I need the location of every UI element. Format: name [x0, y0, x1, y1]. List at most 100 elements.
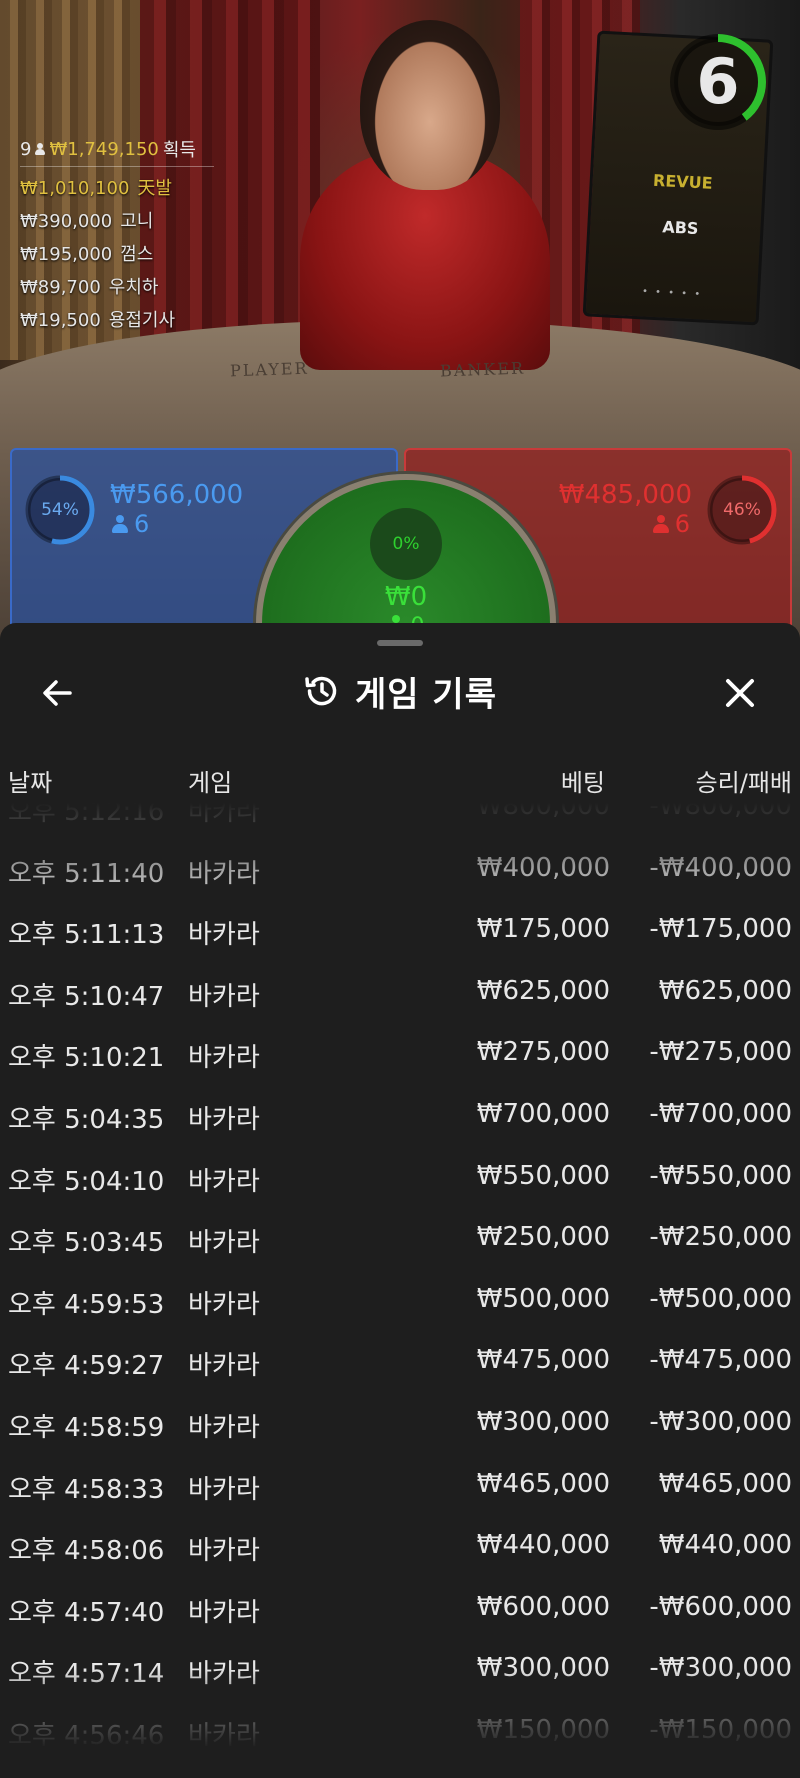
- row-game: 바카라: [188, 1720, 260, 1748]
- row-game: 바카라: [188, 1659, 260, 1690]
- history-row[interactable]: 오후 5:12:16 바카라 ₩800,000 -₩800,000: [0, 803, 800, 839]
- history-row[interactable]: 오후 4:56:46 바카라 ₩150,000 -₩150,000: [0, 1701, 800, 1748]
- history-row[interactable]: 오후 5:11:13 바카라 ₩175,000 -₩175,000: [0, 900, 800, 962]
- winners-list: 9 ₩1,749,150 획득 ₩1,010,100 天발 ₩390,000 고니 …: [20, 136, 214, 332]
- row-bet: ₩150,000: [476, 1714, 610, 1745]
- row-game: 바카라: [188, 1043, 260, 1074]
- banker-bet-count: 6: [652, 510, 690, 538]
- sheet-title-group: 게임 기록: [0, 661, 800, 721]
- history-row[interactable]: 오후 4:57:40 바카라 ₩600,000 -₩600,000: [0, 1578, 800, 1640]
- row-date: 오후 4:57:40: [8, 1597, 165, 1628]
- row-bet: ₩625,000: [476, 975, 610, 1006]
- row-bet: ₩400,000: [476, 852, 610, 883]
- history-row[interactable]: 오후 4:58:06 바카라 ₩440,000 ₩440,000: [0, 1516, 800, 1578]
- close-icon: [726, 679, 754, 707]
- close-button[interactable]: [720, 673, 760, 713]
- row-winloss: -₩550,000: [649, 1160, 792, 1191]
- row-bet: ₩600,000: [476, 1591, 610, 1622]
- user-icon: [112, 515, 128, 533]
- player-percent-ring: 54%: [24, 474, 96, 546]
- history-row[interactable]: 오후 5:04:35 바카라 ₩700,000 -₩700,000: [0, 1085, 800, 1147]
- row-date: 오후 4:59:53: [8, 1289, 165, 1320]
- row-bet: ₩800,000: [476, 803, 610, 821]
- player-percent: 54%: [41, 500, 79, 520]
- history-row[interactable]: 오후 5:11:40 바카라 ₩400,000 -₩400,000: [0, 839, 800, 901]
- winner-row: ₩89,700 우치하: [20, 273, 214, 299]
- history-row[interactable]: 오후 5:10:21 바카라 ₩275,000 -₩275,000: [0, 1023, 800, 1085]
- winner-row: ₩1,010,100 天발: [20, 174, 214, 200]
- row-winloss: -₩300,000: [649, 1653, 792, 1684]
- row-date: 오후 4:58:59: [8, 1412, 165, 1443]
- banker-count-value: 6: [674, 510, 690, 538]
- winner-amount: ₩195,000: [20, 244, 113, 265]
- row-bet: ₩550,000: [476, 1160, 610, 1191]
- history-row[interactable]: 오후 5:03:45 바카라 ₩250,000 -₩250,000: [0, 1208, 800, 1270]
- row-date: 오후 5:11:13: [8, 920, 165, 951]
- winner-amount: ₩89,700: [20, 277, 101, 298]
- row-winloss: ₩440,000: [658, 1530, 792, 1561]
- monitor-brand: REVUE: [652, 170, 714, 193]
- history-row[interactable]: 오후 4:59:53 바카라 ₩500,000 -₩500,000: [0, 1270, 800, 1332]
- row-date: 오후 5:10:47: [8, 981, 165, 1012]
- row-date: 오후 4:58:06: [8, 1536, 165, 1567]
- row-game: 바카라: [188, 920, 260, 951]
- row-game: 바카라: [188, 1104, 260, 1135]
- drag-handle[interactable]: [377, 640, 423, 646]
- history-row[interactable]: 오후 4:59:27 바카라 ₩475,000 -₩475,000: [0, 1331, 800, 1393]
- row-date: 오후 5:12:16: [8, 803, 165, 827]
- player-area-label: PLAYER: [229, 358, 309, 381]
- row-date: 오후 4:57:14: [8, 1659, 165, 1690]
- banker-percent-ring: 46%: [706, 474, 778, 546]
- history-row[interactable]: 오후 4:58:33 바카라 ₩465,000 ₩465,000: [0, 1455, 800, 1517]
- history-clock-icon: [305, 676, 337, 706]
- row-bet: ₩700,000: [476, 1098, 610, 1129]
- history-row[interactable]: 오후 5:04:10 바카라 ₩550,000 -₩550,000: [0, 1147, 800, 1209]
- row-game: 바카라: [188, 981, 260, 1012]
- row-game: 바카라: [188, 858, 260, 889]
- row-bet: ₩275,000: [476, 1037, 610, 1068]
- tie-percent: 0%: [392, 534, 420, 554]
- row-winloss: -₩500,000: [649, 1283, 792, 1314]
- game-history-sheet: 게임 기록 날짜 게임 베팅 승리/패배 오후 5:12:16 바카라 ₩800,0…: [0, 623, 800, 1778]
- row-game: 바카라: [188, 1228, 260, 1259]
- sheet-title: 게임 기록: [355, 674, 497, 715]
- banker-bet-total: ₩485,000: [558, 480, 692, 510]
- winner-row: ₩19,500 용접기사: [20, 306, 214, 332]
- row-winloss: -₩275,000: [649, 1037, 792, 1068]
- winners-total-label: 획득: [162, 140, 196, 161]
- column-date: 날짜: [8, 769, 53, 797]
- row-winloss: -₩700,000: [649, 1098, 792, 1129]
- history-row[interactable]: 오후 5:10:47 바카라 ₩625,000 ₩625,000: [0, 962, 800, 1024]
- history-row[interactable]: 오후 4:57:14 바카라 ₩300,000 -₩300,000: [0, 1639, 800, 1701]
- row-winloss: -₩800,000: [649, 803, 792, 821]
- winner-row: ₩390,000 고니: [20, 207, 214, 233]
- monitor-brand: ABS: [661, 217, 699, 239]
- row-winloss: -₩300,000: [649, 1406, 792, 1437]
- row-winloss: -₩175,000: [649, 914, 792, 945]
- row-bet: ₩440,000: [476, 1530, 610, 1561]
- row-game: 바카라: [188, 1351, 260, 1382]
- timer-value: 6: [696, 45, 740, 118]
- winners-count: 9: [20, 138, 32, 160]
- history-list: 오후 5:12:16 바카라 ₩800,000 -₩800,000 오후 5:11:40…: [0, 803, 800, 1748]
- history-row[interactable]: 오후 4:58:59 바카라 ₩300,000 -₩300,000: [0, 1393, 800, 1455]
- banker-area-label: BANKER: [439, 358, 526, 381]
- banker-percent: 46%: [723, 500, 761, 520]
- row-bet: ₩300,000: [476, 1406, 610, 1437]
- winner-name: 고니: [120, 211, 154, 232]
- winner-name: 용접기사: [108, 310, 176, 331]
- winner-name: 天발: [137, 178, 172, 199]
- row-game: 바카라: [188, 1289, 260, 1320]
- column-winloss: 승리/패배: [695, 769, 792, 797]
- row-winloss: -₩400,000: [649, 852, 792, 883]
- row-bet: ₩475,000: [476, 1345, 610, 1376]
- row-date: 오후 5:04:35: [8, 1104, 165, 1135]
- winner-amount: ₩390,000: [20, 211, 113, 232]
- row-game: 바카라: [188, 1474, 260, 1505]
- history-table-body[interactable]: 오후 5:12:16 바카라 ₩800,000 -₩800,000 오후 5:11:40…: [0, 803, 800, 1748]
- winner-amount: ₩1,010,100: [20, 178, 130, 199]
- winner-name: 우치하: [108, 277, 159, 298]
- winner-row: ₩195,000 껌스: [20, 240, 214, 266]
- monitor-page-dots: • • • • •: [641, 286, 703, 301]
- row-bet: ₩250,000: [476, 1222, 610, 1253]
